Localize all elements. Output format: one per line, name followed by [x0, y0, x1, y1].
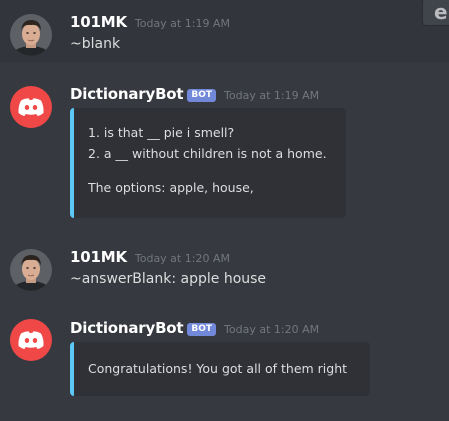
embed-line: Congratulations! You got all of them rig… — [88, 361, 348, 376]
timestamp: Today at 1:19 AM — [134, 17, 230, 30]
username[interactable]: 101MK — [70, 13, 127, 31]
username[interactable]: DictionaryBot — [70, 319, 184, 337]
username[interactable]: 101MK — [70, 248, 127, 266]
bot-badge: BOT — [187, 323, 217, 336]
bot-badge: BOT — [187, 89, 217, 102]
timestamp: Today at 1:19 AM — [224, 89, 320, 102]
timestamp: Today at 1:20 AM — [134, 252, 230, 265]
embed-line: 2. a __ without children is not a home. — [88, 146, 327, 161]
embed: Congratulations! You got all of them rig… — [70, 342, 370, 396]
message-header: 101MK Today at 1:20 AM — [70, 247, 230, 266]
timestamp: Today at 1:20 AM — [224, 323, 320, 336]
message-header: DictionaryBot BOT Today at 1:19 AM — [70, 84, 319, 103]
embed: 1. is that __ pie i smell? 2. a __ witho… — [70, 108, 346, 218]
avatar[interactable] — [10, 86, 52, 128]
username[interactable]: DictionaryBot — [70, 85, 184, 103]
message-header: DictionaryBot BOT Today at 1:20 AM — [70, 318, 319, 337]
embed-line — [88, 164, 346, 177]
emoji-icon: e — [434, 0, 448, 24]
avatar[interactable] — [10, 319, 52, 361]
embed-line: The options: apple, house, — [88, 180, 254, 195]
message-header: 101MK Today at 1:19 AM — [70, 12, 230, 31]
message-action-button[interactable]: e — [422, 0, 449, 26]
message-text: ~blank — [70, 36, 121, 52]
avatar[interactable] — [10, 14, 52, 56]
hovered-message-background — [0, 0, 449, 62]
avatar[interactable] — [10, 249, 52, 291]
message-text: ~answerBlank: apple house — [70, 271, 267, 287]
embed-line: 1. is that __ pie i smell? — [88, 125, 235, 140]
